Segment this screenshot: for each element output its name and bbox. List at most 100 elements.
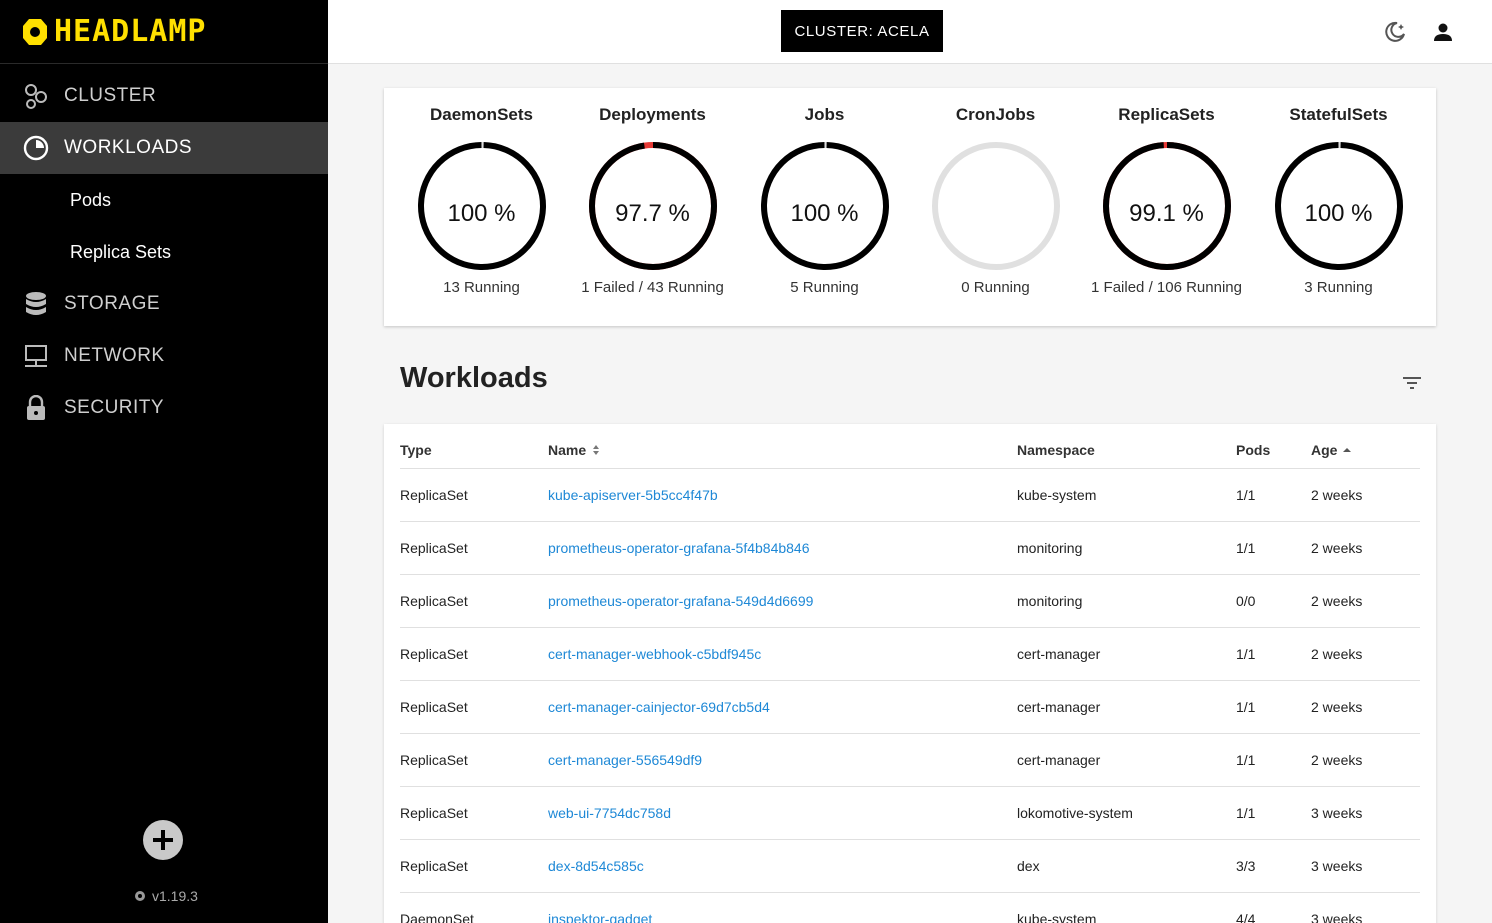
cell-pods: 1/1 <box>1236 805 1256 821</box>
gauge-jobs: Jobs 100 % 5 Running <box>739 88 910 296</box>
lock-icon <box>22 394 50 422</box>
table-row: ReplicaSet cert-manager-556549df9 cert-m… <box>400 734 1420 787</box>
sidebar-subitem-pods[interactable]: Pods <box>0 174 328 226</box>
sidebar-item-label: NETWORK <box>64 345 165 366</box>
cluster-button[interactable]: CLUSTER: ACELA <box>781 10 943 52</box>
column-label: Name <box>548 442 587 458</box>
cell-name-link[interactable]: web-ui-7754dc758d <box>548 805 671 821</box>
cell-age: 2 weeks <box>1311 540 1363 556</box>
gauge-title: CronJobs <box>955 105 1036 124</box>
storage-icon <box>22 290 50 318</box>
cell-age: 2 weeks <box>1311 646 1363 662</box>
table-row: ReplicaSet kube-apiserver-5b5cc4f47b kub… <box>400 469 1420 522</box>
cell-name-link[interactable]: inspektor-gadget <box>548 911 652 923</box>
cell-age: 3 weeks <box>1311 911 1363 923</box>
gauge-legend: 5 Running <box>790 279 859 296</box>
cell-age: 3 weeks <box>1311 805 1363 821</box>
gauge-legend: 0 Running <box>961 279 1030 296</box>
table-row: ReplicaSet dex-8d54c585c dex 3/3 3 weeks <box>400 840 1420 893</box>
column-label: Namespace <box>1017 442 1095 458</box>
gauge-daemonsets: DaemonSets 100 % 13 Running <box>396 88 567 296</box>
cell-type: ReplicaSet <box>400 858 468 874</box>
top-bar: CLUSTER: ACELA <box>328 0 1492 64</box>
column-label: Age <box>1311 442 1338 458</box>
cell-pods: 4/4 <box>1236 911 1256 923</box>
sidebar-item-label: WORKLOADS <box>64 137 193 158</box>
cell-pods: 1/1 <box>1236 487 1256 503</box>
gauge-title: Jobs <box>804 105 845 124</box>
sidebar-item-network[interactable]: NETWORK <box>0 330 328 382</box>
cell-namespace: cert-manager <box>1017 699 1101 715</box>
cell-pods: 1/1 <box>1236 540 1256 556</box>
cell-namespace: cert-manager <box>1017 752 1101 768</box>
sidebar-item-workloads[interactable]: WORKLOADS <box>0 122 328 174</box>
cell-type: DaemonSet <box>400 911 474 923</box>
version-text: v1.19.3 <box>152 888 198 904</box>
add-cluster-button[interactable] <box>143 820 183 860</box>
logo[interactable]: HEADLAMP <box>0 0 328 64</box>
cell-type: ReplicaSet <box>400 699 468 715</box>
column-header-pods[interactable]: Pods <box>1236 442 1270 458</box>
sidebar-item-storage[interactable]: STORAGE <box>0 278 328 330</box>
cell-name-link[interactable]: cert-manager-cainjector-69d7cb5d4 <box>548 699 770 715</box>
cell-name-link[interactable]: prometheus-operator-grafana-5f4b84b846 <box>548 540 810 556</box>
sidebar-item-label: CLUSTER <box>64 85 157 106</box>
sidebar-subitem-replica-sets[interactable]: Replica Sets <box>0 226 328 278</box>
cell-namespace: monitoring <box>1017 540 1083 556</box>
logo-text: HEADLAMP <box>54 14 207 49</box>
cell-namespace: monitoring <box>1017 593 1083 609</box>
sidebar-item-label: SECURITY <box>64 397 165 418</box>
cell-type: ReplicaSet <box>400 487 468 503</box>
gauge-ring <box>931 142 1060 270</box>
cell-age: 2 weeks <box>1311 487 1363 503</box>
sidebar-item-cluster[interactable]: CLUSTER <box>0 70 328 122</box>
cell-name-link[interactable]: cert-manager-webhook-c5bdf945c <box>548 646 761 662</box>
gear-logo-icon <box>23 18 47 45</box>
cell-age: 2 weeks <box>1311 752 1363 768</box>
cell-name-link[interactable]: kube-apiserver-5b5cc4f47b <box>548 487 718 503</box>
table-row: DaemonSet inspektor-gadget kube-system 4… <box>400 893 1420 923</box>
gauge-title: DaemonSets <box>430 105 533 124</box>
gauge-legend: 1 Failed / 43 Running <box>581 279 724 296</box>
sort-icon <box>593 445 600 455</box>
gauge-replicasets: ReplicaSets 99.1 % 1 Failed / 106 Runnin… <box>1081 88 1252 296</box>
cell-age: 3 weeks <box>1311 858 1363 874</box>
table-row: ReplicaSet prometheus-operator-grafana-5… <box>400 575 1420 628</box>
table-row: ReplicaSet web-ui-7754dc758d lokomotive-… <box>400 787 1420 840</box>
dark-mode-icon[interactable] <box>1383 20 1407 44</box>
gauge-percent: 97.7 % <box>615 200 690 227</box>
gauge-percent: 100 % <box>1304 200 1373 227</box>
cluster-icon <box>22 82 50 110</box>
cell-pods: 1/1 <box>1236 646 1256 662</box>
gauge-percent: 100 % <box>447 200 516 227</box>
column-header-type[interactable]: Type <box>400 442 432 458</box>
cell-age: 2 weeks <box>1311 593 1363 609</box>
cell-name-link[interactable]: dex-8d54c585c <box>548 858 644 874</box>
plus-icon <box>153 830 173 850</box>
gauge-deployments: Deployments 97.7 % 1 Failed / 43 Running <box>567 88 738 296</box>
cell-namespace: cert-manager <box>1017 646 1101 662</box>
workloads-summary-card: DaemonSets 100 % 13 Running Deployments … <box>384 88 1436 326</box>
sidebar-item-label: Pods <box>70 189 112 210</box>
cell-pods: 0/0 <box>1236 593 1256 609</box>
cell-name-link[interactable]: cert-manager-556549df9 <box>548 752 702 768</box>
gauge-track <box>931 142 1060 270</box>
column-header-age[interactable]: Age <box>1311 442 1352 458</box>
network-icon <box>22 342 50 370</box>
gauge-legend: 3 Running <box>1304 279 1373 296</box>
filter-icon[interactable] <box>1400 372 1424 394</box>
cell-type: ReplicaSet <box>400 752 468 768</box>
column-header-namespace[interactable]: Namespace <box>1017 442 1095 458</box>
cell-name-link[interactable]: prometheus-operator-grafana-549d4d6699 <box>548 593 813 609</box>
user-account-icon[interactable] <box>1431 20 1455 44</box>
table-header: Type Name Namespace Pods Age <box>400 424 1420 469</box>
sidebar-item-label: Replica Sets <box>70 241 172 262</box>
gauge-title: ReplicaSets <box>1118 105 1215 124</box>
column-label: Type <box>400 442 432 458</box>
version-info: v1.19.3 <box>134 888 198 904</box>
table-row: ReplicaSet cert-manager-webhook-c5bdf945… <box>400 628 1420 681</box>
column-header-name[interactable]: Name <box>548 442 600 458</box>
gauge-percent: 99.1 % <box>1129 200 1204 227</box>
cell-pods: 1/1 <box>1236 752 1256 768</box>
sidebar-item-security[interactable]: SECURITY <box>0 382 328 434</box>
